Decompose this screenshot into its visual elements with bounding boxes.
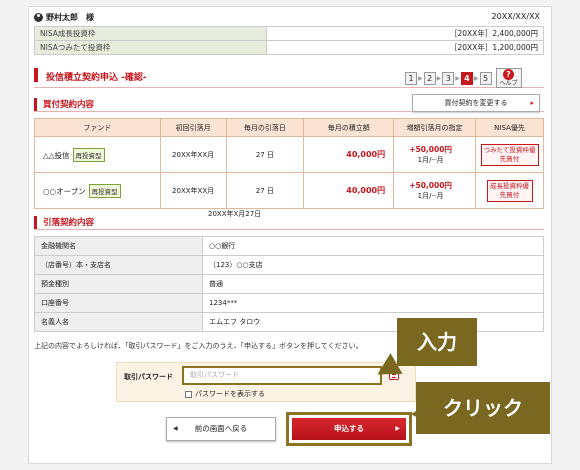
step-3: 3 — [442, 71, 455, 85]
submit-highlight: 申込する ▶ — [286, 412, 412, 446]
nisa-priority-badge: 成長投資枠優先買付 — [486, 179, 533, 202]
back-button-label: 前の画面へ戻る — [194, 424, 248, 433]
table-row: （店番号）本・支店名 （123）○○支店 — [34, 255, 544, 275]
step-arrow-icon: ▶ — [418, 74, 423, 82]
fund-name-cell: ○○オープン 再投資型 — [34, 172, 161, 209]
user-icon — [34, 13, 43, 22]
show-password-checkbox[interactable]: パスワードを表示する — [185, 389, 265, 399]
field-label: 口座番号 — [34, 293, 203, 313]
fund-name: △△投信 — [43, 150, 70, 160]
nisa-value: ［20XX年］2,400,000円 — [266, 26, 544, 41]
field-value: エムエフ タロウ — [202, 312, 544, 332]
withdrawal-day: 27 日 — [225, 136, 305, 173]
fund-table: ファンド 初回引落月 毎月の引落日 毎月の積立額 増額引落月の指定 NISA優先… — [34, 118, 544, 209]
fund-name: ○○オープン — [43, 186, 86, 196]
arrow-left-icon: ◀ — [173, 425, 178, 432]
nisa-value: ［20XX年］1,200,000円 — [266, 40, 544, 55]
help-label: ヘルプ — [499, 80, 518, 87]
field-value: ○○銀行 — [202, 236, 544, 256]
back-button[interactable]: ◀ 前の画面へ戻る — [166, 417, 276, 441]
first-month: 20XX年XX月 — [159, 172, 227, 209]
step-arrow-icon: ▶ — [473, 74, 479, 82]
nisa-priority-badge: つみたて投資枠優先買付 — [480, 143, 539, 166]
step-indicator: 1 ▶ 2 ▶ 3 ▶ 4 ▶ 5 ? ヘルプ — [405, 68, 522, 88]
column-header: 増額引落月の指定 — [393, 118, 476, 137]
field-label: 金融機関名 — [34, 236, 203, 256]
help-button[interactable]: ? ヘルプ — [495, 68, 522, 88]
table-header-row: ファンド 初回引落月 毎月の引落日 毎月の積立額 増額引落月の指定 NISA優先 — [34, 118, 544, 137]
field-label: （店番号）本・支店名 — [34, 255, 203, 275]
change-purchase-button[interactable]: 買付契約を変更する — [412, 94, 540, 112]
column-header: ファンド — [34, 118, 161, 137]
step-5: 5 — [479, 71, 492, 85]
click-callout: クリック — [416, 382, 550, 434]
increase-months: 1月/--月 — [417, 191, 444, 200]
user-name: 野村太郎 様 — [34, 12, 94, 23]
table-row: NISA成長投資枠 ［20XX年］2,400,000円 — [34, 26, 544, 41]
withdrawal-date: 20XX年X月27日 — [208, 210, 262, 218]
increase-months: 1月/--月 — [417, 155, 444, 164]
reinvest-badge: 再投資型 — [88, 183, 121, 198]
field-label: 預金種別 — [34, 274, 203, 294]
column-header: NISA優先 — [475, 118, 544, 137]
increase-amount: +50,000円 — [409, 180, 452, 190]
field-value: 普通 — [202, 274, 544, 294]
table-row: 預金種別 普通 — [34, 274, 544, 294]
table-row: NISAつみたて投資枠 ［20XX年］1,200,000円 — [34, 40, 544, 55]
purchase-section-title: 買付契約内容 — [34, 98, 414, 112]
step-4-active: 4 — [460, 71, 473, 85]
user-name-label: 野村太郎 様 — [46, 13, 94, 22]
title-accent — [34, 68, 38, 82]
field-label: 名義人名 — [34, 312, 203, 332]
step-1: 1 — [405, 71, 417, 85]
monthly-amount: 40,000円 — [303, 136, 395, 173]
fund-name-cell: △△投信 再投資型 — [34, 136, 161, 173]
nisa-cell: 成長投資枠優先買付 — [475, 172, 544, 209]
show-password-label: パスワードを表示する — [195, 390, 265, 398]
arrow-right-icon: ▶ — [395, 425, 400, 432]
header-date: 20XX/XX/XX — [491, 12, 540, 21]
withdrawal-day: 27 日 — [225, 172, 305, 209]
table-row: 口座番号 1234*** — [34, 293, 544, 313]
column-header: 毎月の引落日 — [225, 118, 305, 137]
password-input[interactable]: 取引パスワード — [182, 366, 382, 385]
table-row: ○○オープン 再投資型 20XX年XX月 27 日 40,000円 +50,000… — [34, 172, 544, 209]
monthly-amount: 40,000円 — [303, 172, 395, 209]
input-callout: 入力 — [397, 318, 477, 366]
nisa-cell: つみたて投資枠優先買付 — [475, 136, 544, 173]
column-header: 初回引落月 — [159, 118, 227, 137]
first-month: 20XX年XX月 — [159, 136, 227, 173]
reinvest-badge: 再投資型 — [72, 147, 105, 162]
step-arrow-icon: ▶ — [455, 74, 460, 82]
increase-cell: +50,000円 1月/--月 — [393, 172, 476, 209]
table-row: △△投信 再投資型 20XX年XX月 27 日 40,000円 +50,000円 1… — [34, 136, 544, 173]
password-label: 取引パスワード — [124, 373, 173, 381]
field-value: （123）○○支店 — [202, 255, 544, 275]
divider — [34, 229, 544, 230]
submit-button-label: 申込する — [334, 424, 364, 433]
table-row: 金融機関名 ○○銀行 — [34, 236, 544, 256]
page-title: 投信積立契約申込 -確認- — [46, 73, 147, 83]
column-header: 毎月の積立額 — [303, 118, 395, 137]
confirm-instructions: 上記の内容でよろしければ、「取引パスワード」をご入力のうえ、「申込する」ボタンを… — [34, 342, 363, 350]
nisa-limit-table: NISA成長投資枠 ［20XX年］2,400,000円 NISAつみたて投資枠 … — [34, 26, 544, 55]
nisa-label: NISAつみたて投資枠 — [34, 40, 267, 55]
increase-cell: +50,000円 1月/--月 — [393, 136, 476, 173]
step-2: 2 — [423, 71, 436, 85]
checkbox-icon[interactable] — [185, 390, 192, 398]
help-icon: ? — [503, 69, 514, 80]
submit-button[interactable]: 申込する ▶ — [292, 418, 406, 440]
field-value: 1234*** — [202, 293, 544, 313]
step-arrow-icon: ▶ — [436, 74, 442, 82]
increase-amount: +50,000円 — [409, 144, 452, 154]
nisa-label: NISA成長投資枠 — [34, 26, 267, 41]
